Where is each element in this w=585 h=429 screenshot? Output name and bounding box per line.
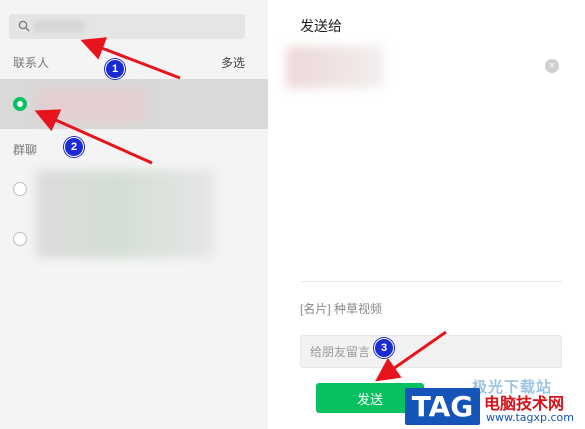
contact-row-selected[interactable] — [0, 79, 268, 129]
groups-section-label: 群聊 — [13, 143, 38, 157]
group-list — [0, 168, 268, 260]
group-radio-1[interactable] — [13, 182, 27, 196]
close-icon[interactable]: × — [545, 59, 559, 73]
send-panel: 发送给 × [名片] 种草视频 发送 — [268, 0, 585, 429]
recipient-blurred — [286, 46, 384, 88]
divider — [300, 281, 562, 282]
contact-name-blurred — [36, 88, 146, 122]
send-to-title: 发送给 — [300, 18, 342, 34]
search-input[interactable] — [9, 14, 245, 39]
multi-select-button[interactable]: 多选 — [221, 54, 245, 71]
group-radio-2[interactable] — [13, 232, 27, 246]
message-input[interactable] — [300, 335, 562, 368]
step-badge-1: 1 — [105, 59, 125, 79]
watermark-tag-logo: TAG — [405, 388, 480, 425]
contacts-section-label: 联系人 — [13, 56, 50, 70]
search-icon — [18, 20, 30, 32]
step-badge-3: 3 — [374, 338, 394, 358]
group-names-blurred — [36, 170, 214, 258]
watermark-url: www.tagxp.com — [486, 411, 574, 424]
contact-list-panel: 联系人 多选 群聊 — [0, 0, 268, 429]
card-preview-label: [名片] 种草视频 — [300, 302, 383, 316]
contact-radio-checked[interactable] — [13, 97, 27, 111]
search-text-blurred — [33, 20, 85, 33]
step-badge-2: 2 — [64, 137, 84, 157]
